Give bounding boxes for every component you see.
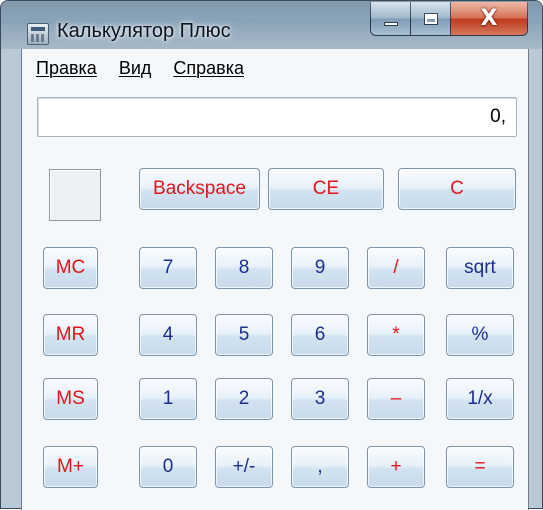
digit-9-button[interactable]: 9 — [291, 247, 349, 289]
memory-recall-button[interactable]: MR — [43, 314, 98, 356]
close-icon: X — [480, 6, 498, 31]
menu-bar: Правка Вид Справка — [22, 49, 528, 87]
calculator-window: Калькулятор Плюс X Правка Вид Справка 0,… — [0, 0, 543, 510]
reciprocal-button[interactable]: 1/x — [446, 378, 514, 420]
menu-help[interactable]: Справка — [173, 58, 244, 79]
maximize-button[interactable] — [411, 2, 451, 35]
percent-button[interactable]: % — [446, 314, 514, 356]
menu-edit[interactable]: Правка — [36, 58, 97, 79]
clear-entry-button[interactable]: CE — [268, 168, 384, 210]
sqrt-button[interactable]: sqrt — [446, 247, 514, 289]
digit-8-button[interactable]: 8 — [215, 247, 273, 289]
menu-view[interactable]: Вид — [119, 58, 152, 79]
digit-5-button[interactable]: 5 — [215, 314, 273, 356]
sign-toggle-button[interactable]: +/- — [215, 446, 273, 488]
clear-button[interactable]: C — [398, 168, 516, 210]
digit-6-button[interactable]: 6 — [291, 314, 349, 356]
digit-4-button[interactable]: 4 — [139, 314, 197, 356]
memory-indicator — [49, 169, 101, 221]
memory-store-button[interactable]: MS — [43, 378, 98, 420]
maximize-icon — [423, 12, 438, 25]
decimal-button[interactable]: , — [291, 446, 349, 488]
caption-buttons: X — [370, 2, 528, 36]
calculator-app-icon — [27, 23, 49, 45]
memory-clear-button[interactable]: MC — [43, 247, 98, 289]
digit-7-button[interactable]: 7 — [139, 247, 197, 289]
equals-button[interactable]: = — [446, 446, 514, 488]
memory-add-button[interactable]: M+ — [43, 446, 98, 488]
result-display: 0, — [37, 97, 517, 137]
minimize-icon — [383, 21, 398, 26]
calculator-body: Правка Вид Справка 0, Backspace CE C MC … — [21, 49, 529, 510]
divide-button[interactable]: / — [367, 247, 425, 289]
multiply-button[interactable]: * — [367, 314, 425, 356]
title-bar[interactable]: Калькулятор Плюс X — [1, 1, 542, 49]
digit-3-button[interactable]: 3 — [291, 378, 349, 420]
digit-2-button[interactable]: 2 — [215, 378, 273, 420]
digit-1-button[interactable]: 1 — [139, 378, 197, 420]
minimize-button[interactable] — [371, 2, 411, 35]
digit-0-button[interactable]: 0 — [139, 446, 197, 488]
close-button[interactable]: X — [451, 2, 527, 35]
backspace-button[interactable]: Backspace — [139, 168, 260, 210]
add-button[interactable]: + — [367, 446, 425, 488]
window-title: Калькулятор Плюс — [57, 20, 231, 42]
display-value: 0, — [490, 106, 506, 127]
subtract-button[interactable]: – — [367, 378, 425, 420]
